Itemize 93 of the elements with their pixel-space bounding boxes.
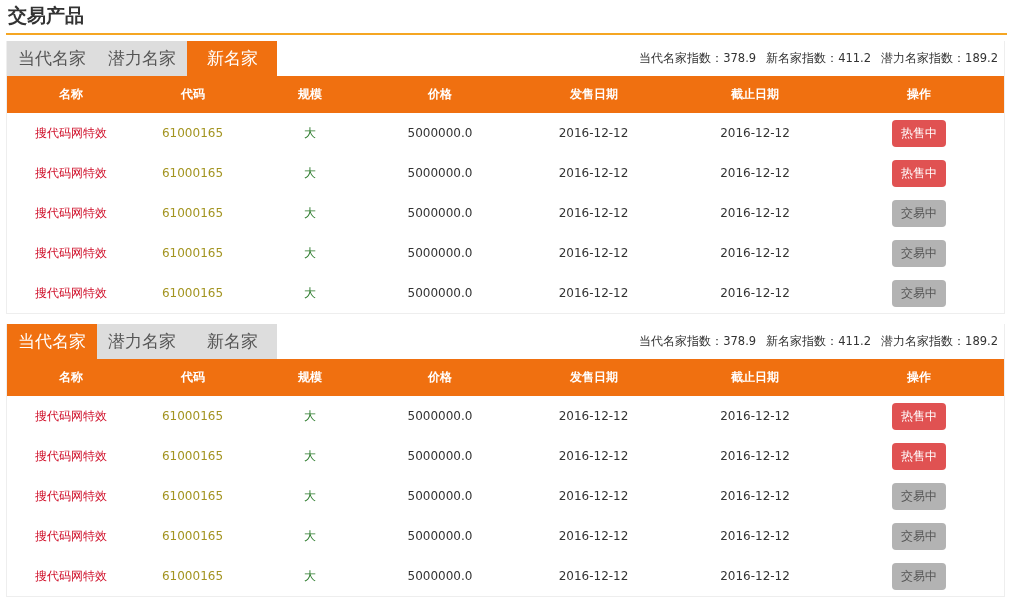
status-button[interactable]: 交易中 xyxy=(892,239,946,267)
table-cell: 2016-12-12 xyxy=(720,246,790,260)
table-cell: 大 xyxy=(304,124,316,142)
table-cell: 2016-12-12 xyxy=(720,206,790,220)
column-header: 名称 xyxy=(58,369,83,386)
index-stat: 当代名家指数：378.9 xyxy=(639,334,757,349)
table-cell: 大 xyxy=(304,407,316,425)
table-cell: 2016-12-12 xyxy=(720,529,790,543)
table-cell: 2016-12-12 xyxy=(558,529,629,543)
table-cell: 2016-12-12 xyxy=(558,246,629,260)
table-cell: 61000165 xyxy=(161,489,224,503)
table-cell: 搜代码网特效 xyxy=(34,284,107,302)
table-cell: 61000165 xyxy=(161,569,224,583)
table-cell: 5000000.0 xyxy=(407,449,473,463)
table-cell: 2016-12-12 xyxy=(558,286,629,300)
table-cell: 5000000.0 xyxy=(407,126,473,140)
table-cell: 61000165 xyxy=(161,529,224,543)
table-cell: 5000000.0 xyxy=(407,166,473,180)
table-cell: 大 xyxy=(304,244,316,262)
table-cell: 2016-12-12 xyxy=(720,569,790,583)
column-header: 发售日期 xyxy=(569,86,618,103)
table-cell: 5000000.0 xyxy=(407,206,473,220)
table-cell: 2016-12-12 xyxy=(558,449,629,463)
status-button[interactable]: 热售中 xyxy=(892,159,946,187)
column-header: 截止日期 xyxy=(731,369,779,386)
status-button[interactable]: 热售中 xyxy=(892,402,946,430)
column-header: 名称 xyxy=(58,86,83,103)
table-cell: 61000165 xyxy=(161,449,224,463)
table-cell: 大 xyxy=(304,164,316,182)
table-cell: 61000165 xyxy=(161,246,224,260)
table-cell: 大 xyxy=(304,527,316,545)
table-cell: 搜代码网特效 xyxy=(34,244,107,262)
status-button[interactable]: 交易中 xyxy=(892,562,946,590)
column-header: 发售日期 xyxy=(569,369,618,386)
table-cell: 大 xyxy=(304,204,316,222)
table-cell: 2016-12-12 xyxy=(720,409,790,423)
status-button[interactable]: 热售中 xyxy=(892,119,946,147)
column-header: 操作 xyxy=(907,369,931,386)
column-header: 价格 xyxy=(428,369,452,386)
table-cell: 61000165 xyxy=(161,206,224,220)
table-cell: 2016-12-12 xyxy=(720,126,790,140)
table-cell: 5000000.0 xyxy=(407,489,473,503)
table-cell: 2016-12-12 xyxy=(720,449,790,463)
table-cell: 搜代码网特效 xyxy=(34,164,107,182)
page-title: 交易产品 xyxy=(6,0,1007,35)
index-stat: 当代名家指数：378.9 xyxy=(639,51,757,66)
status-button[interactable]: 交易中 xyxy=(892,199,946,227)
table-cell: 搜代码网特效 xyxy=(34,487,107,505)
table-cell: 61000165 xyxy=(161,409,224,423)
table-cell: 2016-12-12 xyxy=(558,489,629,503)
table-cell: 2016-12-12 xyxy=(558,409,629,423)
table-cell: 2016-12-12 xyxy=(558,166,629,180)
table-cell: 61000165 xyxy=(161,126,224,140)
table-cell: 5000000.0 xyxy=(407,569,473,583)
column-header: 价格 xyxy=(428,86,452,103)
table-cell: 大 xyxy=(304,447,316,465)
table-cell: 搜代码网特效 xyxy=(34,447,107,465)
status-button[interactable]: 交易中 xyxy=(892,279,946,307)
table-cell: 大 xyxy=(304,284,316,302)
table-cell: 5000000.0 xyxy=(407,409,473,423)
table-cell: 搜代码网特效 xyxy=(34,527,107,545)
table-cell: 大 xyxy=(304,567,316,585)
table-cell: 2016-12-12 xyxy=(558,126,629,140)
column-header: 截止日期 xyxy=(731,86,779,103)
tab[interactable]: 当代名家 xyxy=(7,324,97,359)
table-cell: 2016-12-12 xyxy=(558,206,629,220)
column-header: 代码 xyxy=(180,369,205,386)
table-cell: 大 xyxy=(304,487,316,505)
column-header: 规模 xyxy=(298,369,322,386)
column-header: 操作 xyxy=(907,86,931,103)
table-cell: 61000165 xyxy=(161,166,224,180)
table-cell: 2016-12-12 xyxy=(558,569,629,583)
table-cell: 5000000.0 xyxy=(407,529,473,543)
table-cell: 2016-12-12 xyxy=(720,286,790,300)
table-cell: 2016-12-12 xyxy=(720,489,790,503)
index-stat: 潜力名家指数：189.2 xyxy=(881,51,998,66)
table-cell: 61000165 xyxy=(161,286,224,300)
tab[interactable]: 新名家 xyxy=(187,41,277,76)
table-cell: 2016-12-12 xyxy=(720,166,790,180)
status-button[interactable]: 交易中 xyxy=(892,482,946,510)
table-cell: 搜代码网特效 xyxy=(34,124,107,142)
table-cell: 5000000.0 xyxy=(407,286,473,300)
column-header: 代码 xyxy=(180,86,205,103)
table-cell: 5000000.0 xyxy=(407,246,473,260)
index-stat: 新名家指数：411.2 xyxy=(766,334,872,349)
table-cell: 搜代码网特效 xyxy=(34,407,107,425)
table-cell: 搜代码网特效 xyxy=(34,567,107,585)
table-cell: 搜代码网特效 xyxy=(34,204,107,222)
status-button[interactable]: 热售中 xyxy=(892,442,946,470)
index-stat: 新名家指数：411.2 xyxy=(766,51,872,66)
status-button[interactable]: 交易中 xyxy=(892,522,946,550)
column-header: 规模 xyxy=(298,86,322,103)
index-stat: 潜力名家指数：189.2 xyxy=(881,334,998,349)
